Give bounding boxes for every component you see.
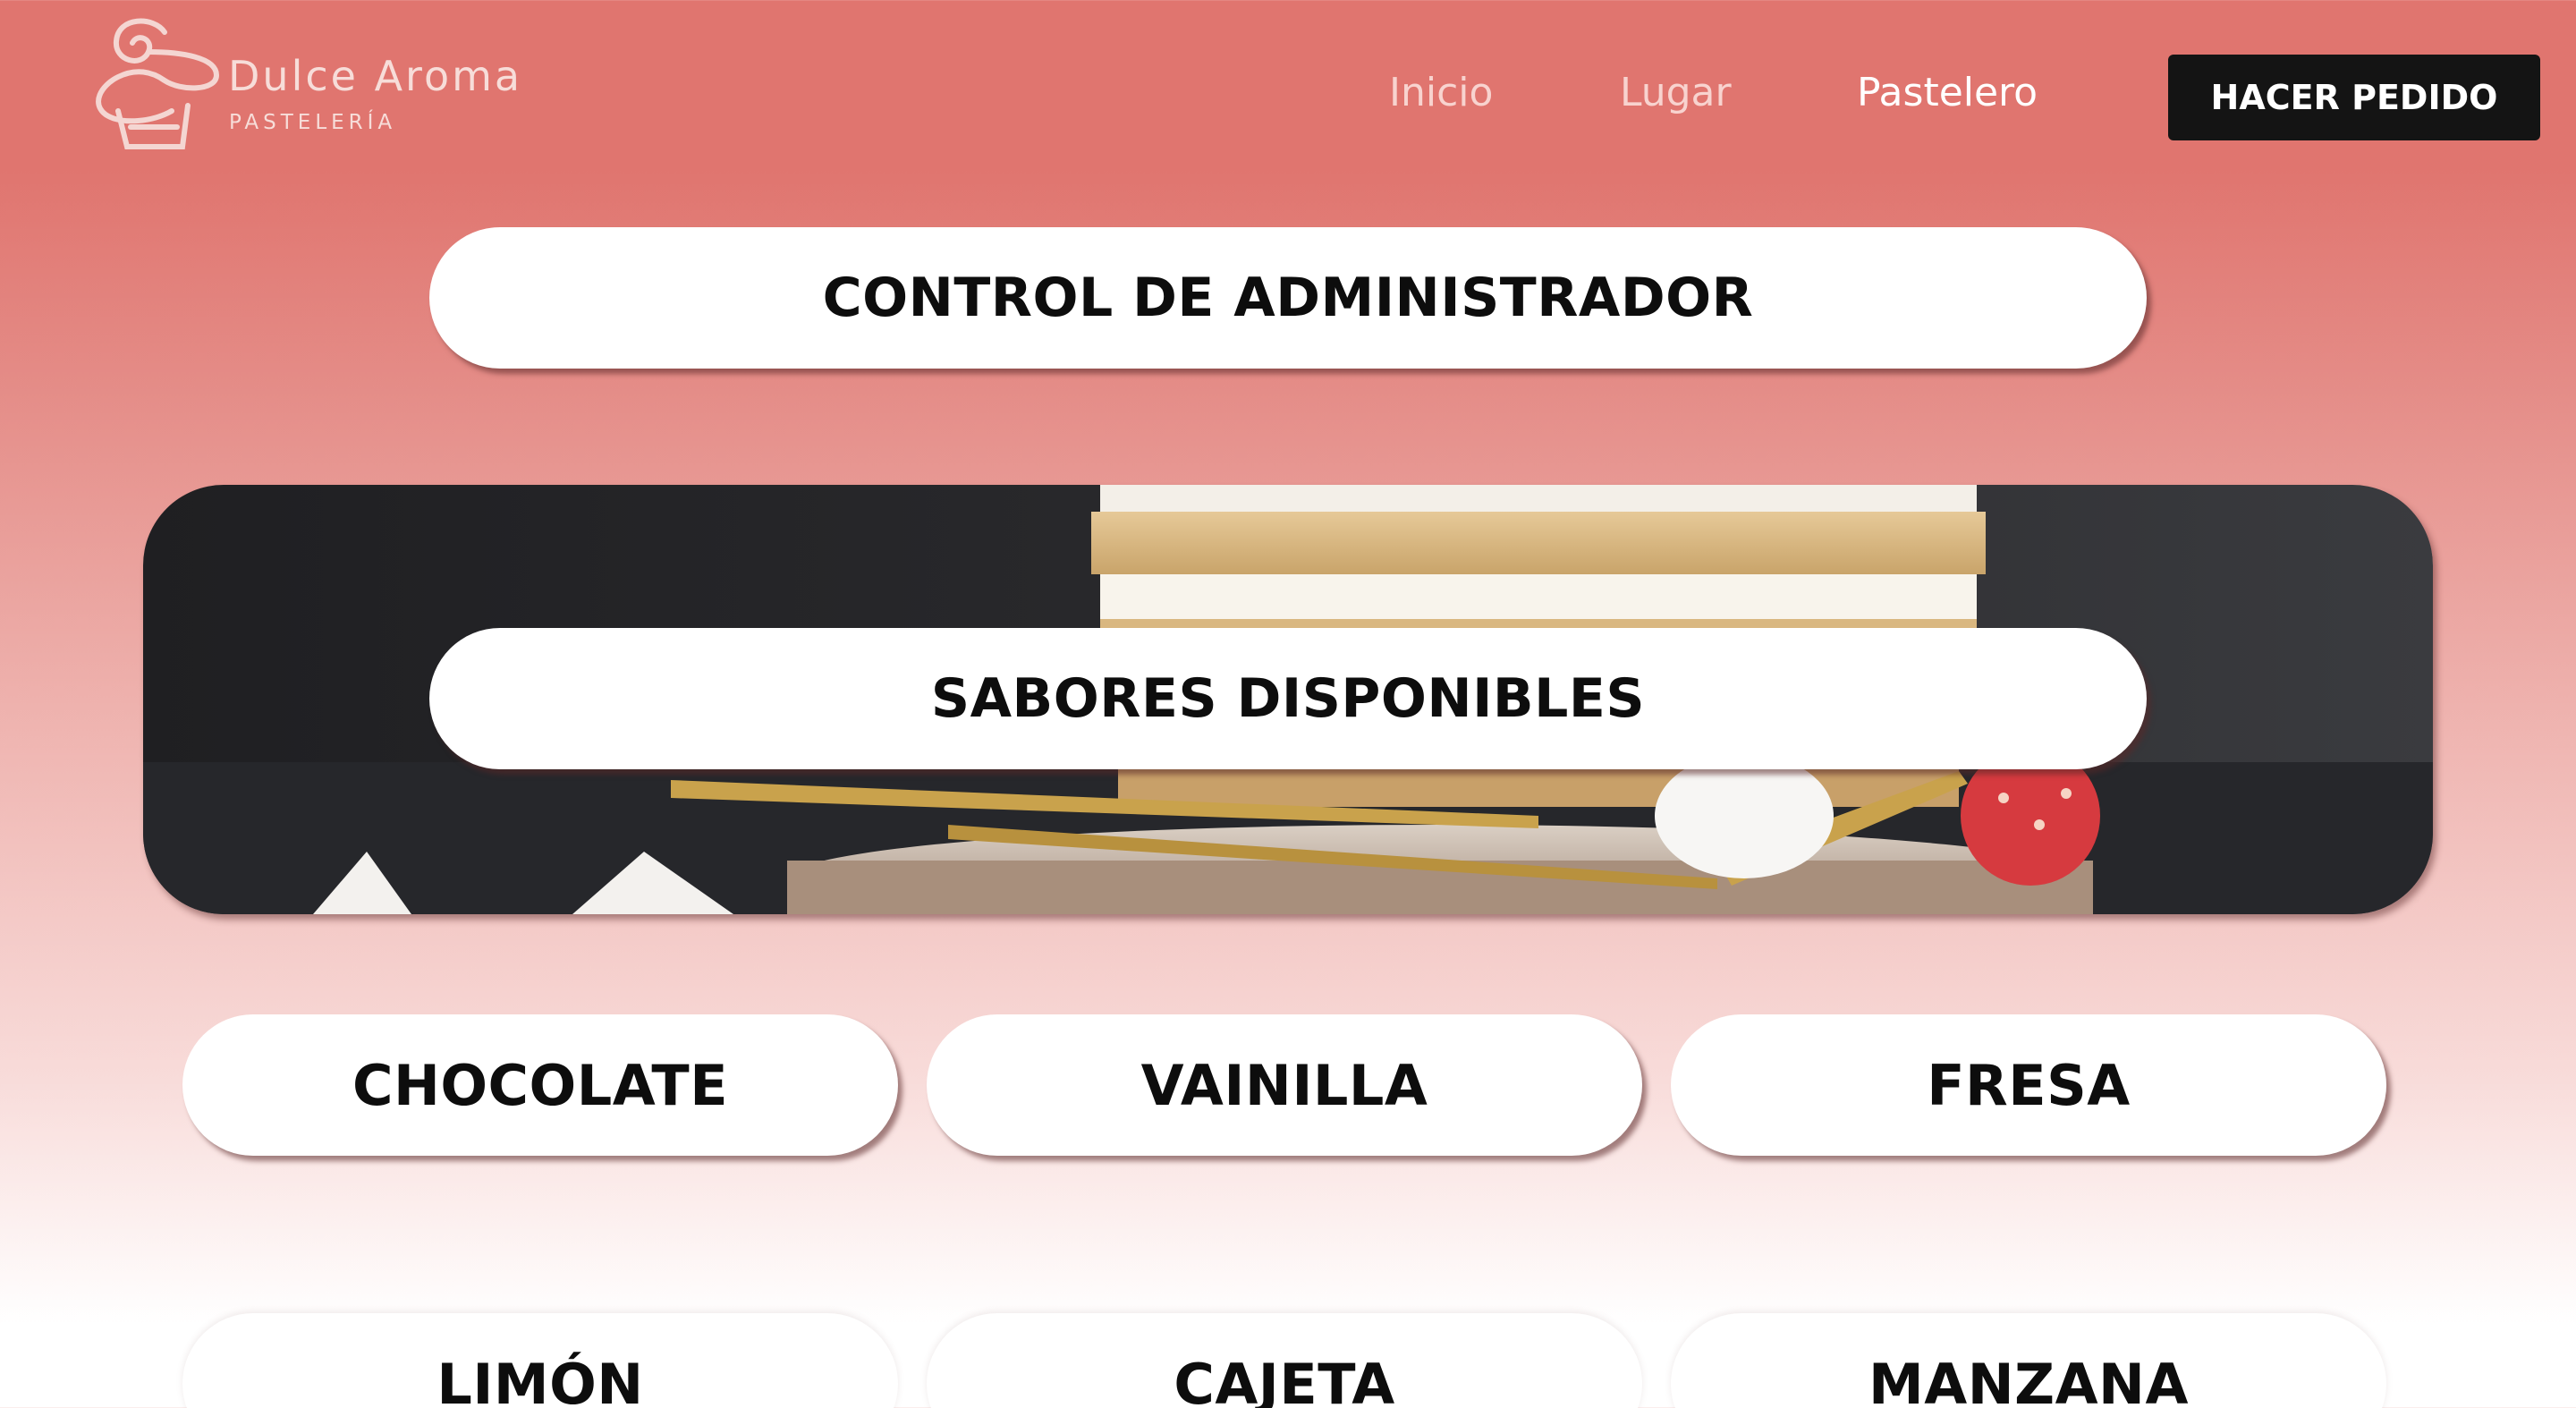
flavor-limon-button[interactable]: LIMÓN [182, 1313, 898, 1408]
available-flavors-button[interactable]: SABORES DISPONIBLES [429, 628, 2147, 769]
brand-name: Dulce Aroma [228, 52, 523, 100]
nav-link-pastelero[interactable]: Pastelero [1857, 70, 2038, 115]
flavor-fresa-button[interactable]: FRESA [1671, 1014, 2386, 1156]
flavor-cajeta-button[interactable]: CAJETA [927, 1313, 1642, 1408]
order-button[interactable]: HACER PEDIDO [2168, 55, 2540, 140]
nav-link-lugar[interactable]: Lugar [1620, 70, 1732, 115]
brand-logo[interactable]: Dulce Aroma PASTELERÍA [82, 5, 547, 157]
brand-tagline: PASTELERÍA [229, 111, 397, 134]
flavor-vainilla-button[interactable]: VAINILLA [927, 1014, 1642, 1156]
flavor-manzana-button[interactable]: MANZANA [1671, 1313, 2386, 1408]
nav-link-inicio[interactable]: Inicio [1389, 70, 1493, 115]
admin-control-button[interactable]: CONTROL DE ADMINISTRADOR [429, 227, 2147, 369]
flavor-chocolate-button[interactable]: CHOCOLATE [182, 1014, 898, 1156]
cupcake-swirl-icon [96, 18, 220, 149]
